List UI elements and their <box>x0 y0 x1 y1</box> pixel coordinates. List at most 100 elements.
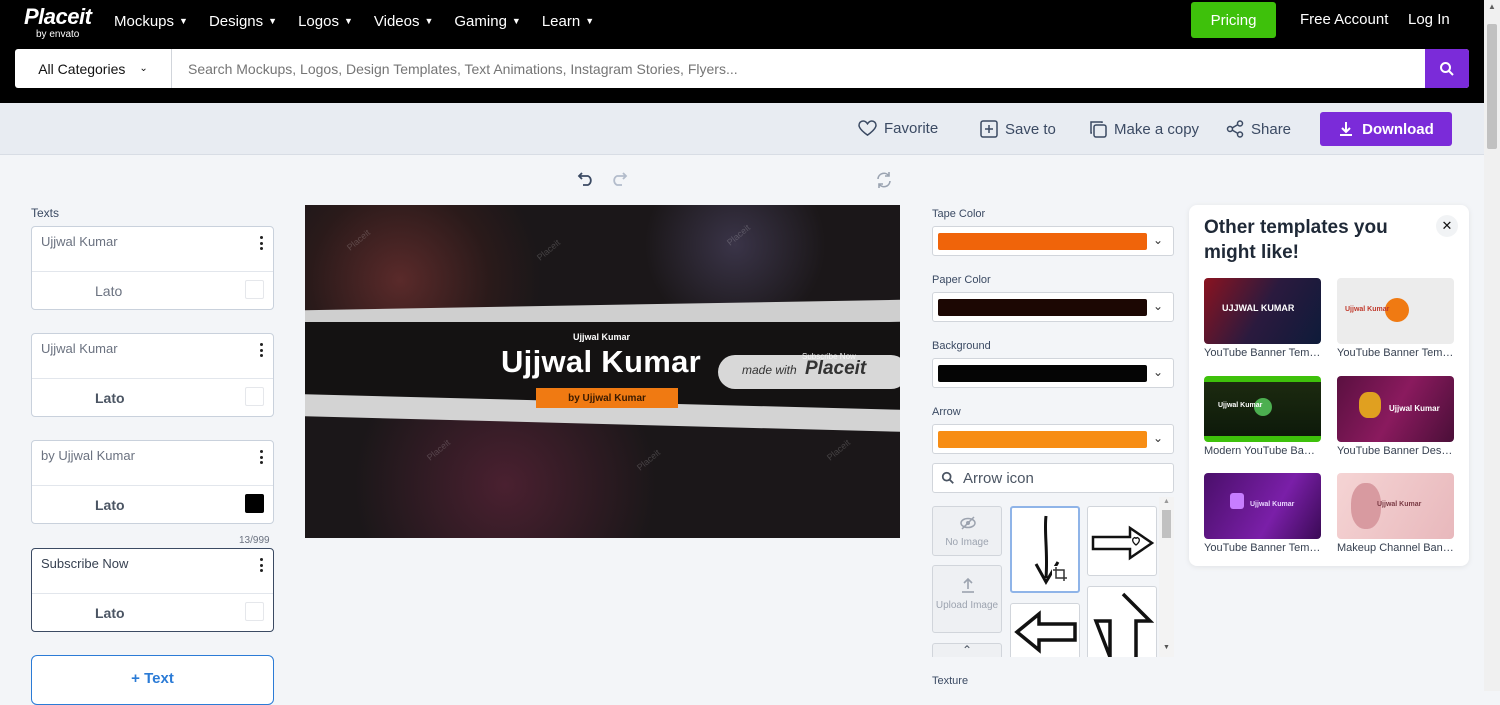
eye-slash-icon <box>960 516 976 530</box>
copy-icon <box>1090 121 1107 138</box>
text-color-swatch[interactable] <box>245 387 264 406</box>
thumbnail-text: Ujjwal Kumar <box>1389 404 1440 413</box>
more-options-icon[interactable] <box>260 450 264 464</box>
pricing-button[interactable]: Pricing <box>1191 2 1276 38</box>
template-card[interactable]: Ujjwal Kumar Makeup Channel Banner... <box>1337 473 1454 554</box>
redo-icon[interactable] <box>610 170 628 186</box>
text-color-swatch[interactable] <box>245 602 264 621</box>
watermark: Placeit <box>344 227 373 253</box>
undo-icon[interactable] <box>577 170 595 186</box>
download-button[interactable]: Download <box>1320 112 1452 146</box>
icon-grid-scroll-thumb[interactable] <box>1162 510 1171 538</box>
tape-color-preview <box>938 233 1147 250</box>
font-selector[interactable]: Lato <box>95 497 125 513</box>
background-color-select[interactable]: ⌄ <box>932 358 1174 388</box>
free-account-link[interactable]: Free Account <box>1300 11 1388 28</box>
more-options-icon[interactable] <box>260 558 264 572</box>
arrow-option-up[interactable] <box>1087 586 1157 657</box>
arrow-option-left[interactable] <box>1010 603 1080 657</box>
template-caption: YouTube Banner Template... <box>1204 542 1321 554</box>
nav-mockups[interactable]: Mockups ▼ <box>114 11 197 31</box>
text-color-swatch[interactable] <box>245 280 264 299</box>
arrow-option-selected[interactable] <box>1010 506 1080 593</box>
chevron-down-icon: ⌄ <box>1153 233 1164 247</box>
card-divider <box>32 593 273 594</box>
upload-image-tile[interactable]: Upload Image <box>932 565 1002 633</box>
paper-color-select[interactable]: ⌄ <box>932 292 1174 322</box>
upload-icon <box>962 577 974 593</box>
template-card[interactable]: Ujjwal Kumar YouTube Banner Design... <box>1337 376 1454 457</box>
text-value[interactable]: by Ujjwal Kumar <box>41 448 135 463</box>
font-selector[interactable]: Lato <box>95 390 125 406</box>
search-button[interactable] <box>1425 49 1469 88</box>
template-card[interactable]: Ujjwal Kumar Modern YouTube Banner... <box>1204 376 1321 457</box>
editor-toolbar: Favorite Save to Make a copy Share Downl… <box>0 103 1484 155</box>
background-color-preview <box>938 365 1147 382</box>
text-item-2[interactable]: Ujjwal Kumar Lato <box>31 333 274 417</box>
arrow-option-heart-right[interactable] <box>1087 506 1157 576</box>
category-select[interactable]: All Categories ⌄ <box>15 49 172 88</box>
font-selector[interactable]: Lato <box>95 283 122 299</box>
nav-learn[interactable]: Learn ▼ <box>542 11 603 31</box>
template-caption: YouTube Banner Template... <box>1204 347 1321 359</box>
chevron-down-icon: ▼ <box>424 16 434 26</box>
nav-videos[interactable]: Videos ▼ <box>374 11 443 31</box>
paper-color-preview <box>938 299 1147 316</box>
text-value[interactable]: Ujjwal Kumar <box>41 341 118 356</box>
template-thumbnail: Ujjwal Kumar <box>1337 278 1454 344</box>
main-nav: Mockups ▼ Designs ▼ Logos ▼ Videos ▼ Gaming ▼… <box>114 11 615 31</box>
placeit-logo[interactable]: Placeit by envato <box>24 4 92 40</box>
font-selector[interactable]: Lato <box>95 605 125 621</box>
share-icon <box>1226 120 1244 138</box>
no-image-tile[interactable]: No Image <box>932 506 1002 556</box>
template-card[interactable]: Ujjwal Kumar YouTube Banner Template... <box>1204 473 1321 554</box>
share-button[interactable]: Share <box>1226 120 1291 138</box>
arrow-up-icon <box>1093 592 1154 657</box>
text-value[interactable]: Subscribe Now <box>41 556 128 571</box>
template-card[interactable]: Ujjwal Kumar YouTube Banner Template... <box>1337 278 1454 359</box>
nav-designs[interactable]: Designs ▼ <box>209 11 286 31</box>
save-to-button[interactable]: Save to <box>980 120 1056 138</box>
chevron-up-icon: ⌃ <box>962 643 973 657</box>
made-with-text: made with <box>742 363 797 377</box>
nav-gaming[interactable]: Gaming ▼ <box>454 11 529 31</box>
card-divider <box>32 271 273 272</box>
refresh-icon[interactable] <box>875 171 893 189</box>
design-canvas[interactable]: Placeit Placeit Placeit Placeit Placeit … <box>305 205 900 538</box>
text-color-swatch[interactable] <box>245 494 264 513</box>
arrow-color-preview <box>938 431 1147 448</box>
tape-color-select[interactable]: ⌄ <box>932 226 1174 256</box>
template-caption: Modern YouTube Banner... <box>1204 445 1321 457</box>
text-item-1[interactable]: Ujjwal Kumar Lato <box>31 226 274 310</box>
icon-search-field[interactable]: Arrow icon <box>932 463 1174 493</box>
scroll-up-arrow-icon[interactable]: ▲ <box>1488 2 1496 11</box>
text-item-3[interactable]: by Ujjwal Kumar Lato <box>31 440 274 524</box>
page-scroll-thumb[interactable] <box>1487 24 1497 149</box>
character-count: 13/999 <box>239 535 270 546</box>
upload-image-label: Upload Image <box>935 600 999 611</box>
icon-grid-scrollbar[interactable]: ▲ ▼ <box>1159 497 1174 657</box>
icon-search-value: Arrow icon <box>963 469 1034 487</box>
login-link[interactable]: Log In <box>1408 11 1450 28</box>
text-item-4[interactable]: Subscribe Now Lato <box>31 548 274 632</box>
search-input[interactable] <box>172 49 1425 88</box>
template-thumbnail: Ujjwal Kumar <box>1204 473 1321 539</box>
make-copy-button[interactable]: Make a copy <box>1089 120 1199 138</box>
arrow-color-select[interactable]: ⌄ <box>932 424 1174 454</box>
arrow-label: Arrow <box>932 406 961 418</box>
chevron-down-icon: ▼ <box>179 16 188 26</box>
thumbnail-text: Ujjwal Kumar <box>1377 501 1422 508</box>
more-options-icon[interactable] <box>260 236 264 250</box>
scroll-down-arrow-icon[interactable]: ▼ <box>1163 644 1170 651</box>
scroll-up-arrow-icon[interactable]: ▲ <box>1163 498 1170 505</box>
more-options-icon[interactable] <box>260 343 264 357</box>
template-card[interactable]: UJJWAL KUMAR YouTube Banner Template... <box>1204 278 1321 359</box>
thumbnail-decoration <box>1230 493 1244 509</box>
text-value[interactable]: Ujjwal Kumar <box>41 234 118 249</box>
favorite-button[interactable]: Favorite <box>858 120 938 137</box>
collapse-tile[interactable]: ⌃ <box>932 643 1002 657</box>
add-text-button[interactable]: + Text <box>31 655 274 705</box>
paper-color-label: Paper Color <box>932 274 991 286</box>
close-icon[interactable]: ✕ <box>1436 215 1458 237</box>
nav-logos[interactable]: Logos ▼ <box>298 11 362 31</box>
